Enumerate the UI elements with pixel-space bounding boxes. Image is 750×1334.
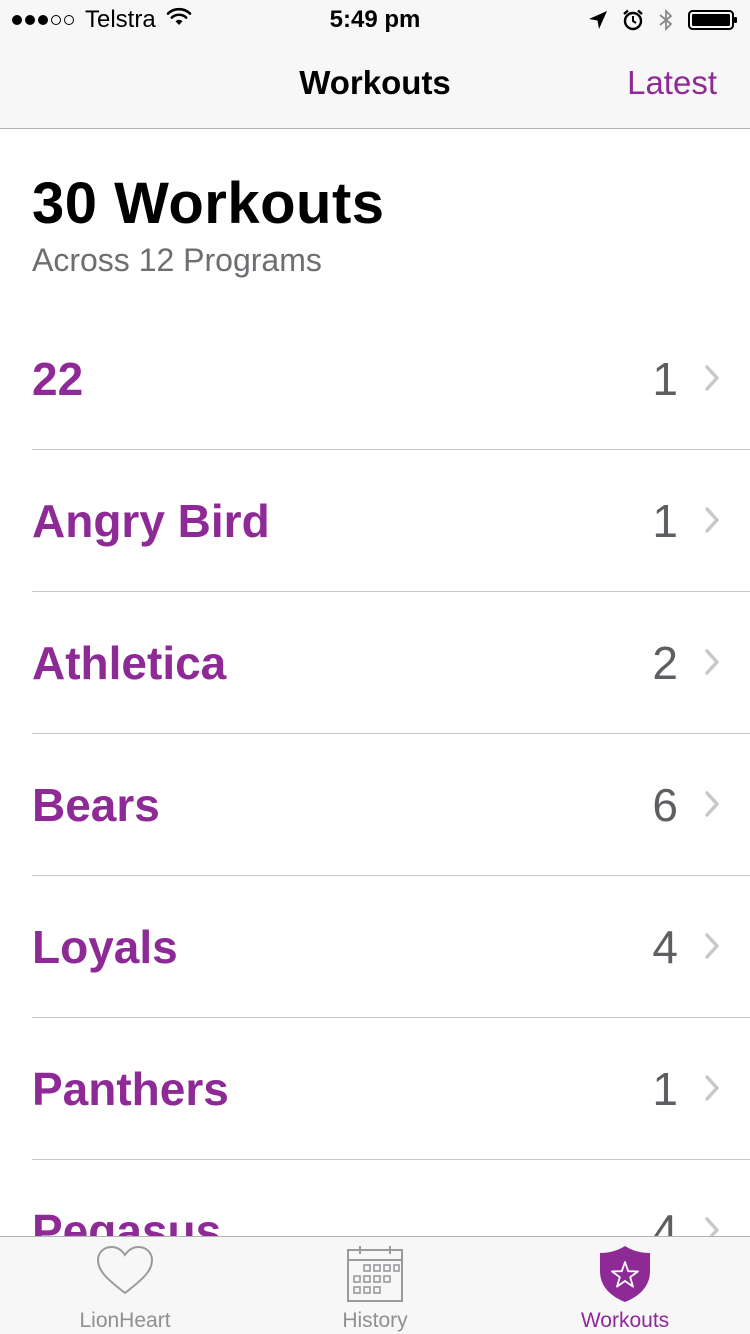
tab-workouts[interactable]: Workouts [500, 1237, 750, 1334]
program-row-bears[interactable]: Bears 6 [0, 734, 750, 876]
heart-icon [0, 1245, 250, 1297]
programs-count-subtitle: Across 12 Programs [32, 242, 322, 278]
navigation-bar: Workouts Latest [0, 40, 750, 129]
program-name: Bears [32, 779, 160, 831]
chevron-right-icon [704, 1074, 720, 1107]
tab-label: LionHeart [79, 1309, 171, 1332]
program-name: Panthers [32, 1063, 229, 1115]
program-row-22[interactable]: 22 1 [0, 308, 750, 450]
chevron-right-icon [704, 506, 720, 539]
program-row-athletica[interactable]: Athletica 2 [0, 592, 750, 734]
chevron-right-icon [704, 648, 720, 681]
location-arrow-icon [588, 10, 608, 30]
shield-star-icon [500, 1245, 750, 1303]
alarm-icon [622, 9, 644, 31]
tab-bar: LionHeart History Workouts [0, 1236, 750, 1334]
calendar-icon [250, 1245, 500, 1303]
tab-lionheart[interactable]: LionHeart [0, 1237, 250, 1334]
workouts-count-title: 30 Workouts [32, 171, 385, 236]
program-name: 22 [32, 353, 84, 405]
workouts-screen: Telstra 5:49 pm Workouts Latest 30 Worko… [0, 0, 750, 1334]
program-name: Athletica [32, 637, 227, 689]
program-row-loyals[interactable]: Loyals 4 [0, 876, 750, 1018]
program-count: 4 [652, 921, 678, 973]
program-count: 1 [652, 1063, 678, 1115]
tab-label: Workouts [580, 1309, 670, 1332]
program-row-panthers[interactable]: Panthers 1 [0, 1018, 750, 1160]
tab-label: History [342, 1309, 408, 1332]
chevron-right-icon [704, 364, 720, 397]
bluetooth-icon [658, 8, 674, 32]
status-bar: Telstra 5:49 pm [0, 0, 750, 40]
chevron-right-icon [704, 790, 720, 823]
battery-icon [688, 9, 738, 31]
chevron-right-icon [704, 932, 720, 965]
program-list: 22 1 Angry Bird 1 Athletica 2 Bears 6 Lo… [0, 308, 750, 1302]
tab-history[interactable]: History [250, 1237, 500, 1334]
program-count: 1 [652, 353, 678, 405]
program-row-angry-bird[interactable]: Angry Bird 1 [0, 450, 750, 592]
program-name: Loyals [32, 921, 178, 973]
status-right [574, 8, 738, 32]
program-count: 2 [652, 637, 678, 689]
program-count: 1 [652, 495, 678, 547]
program-count: 6 [652, 779, 678, 831]
program-name: Angry Bird [32, 495, 270, 547]
latest-button[interactable]: Latest [627, 64, 717, 102]
